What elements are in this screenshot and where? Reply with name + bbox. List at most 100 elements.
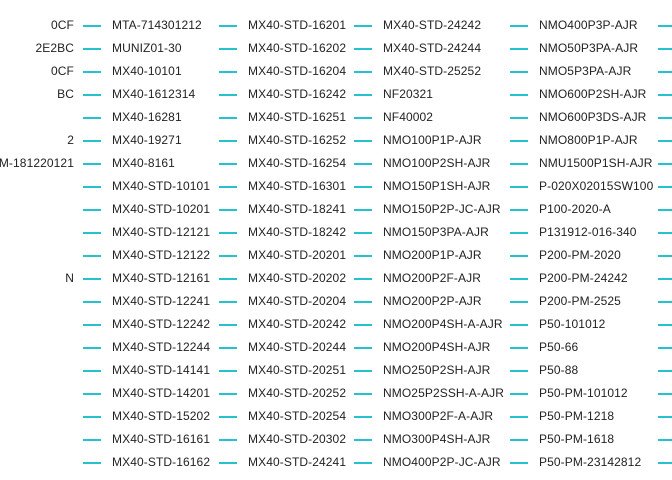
part-list-item[interactable]: MX40-STD-12241 xyxy=(83,290,210,313)
part-list-item[interactable]: NMO150P2P-JC-AJR xyxy=(354,198,504,221)
part-list-item[interactable] xyxy=(658,221,672,244)
part-list-item[interactable] xyxy=(0,405,74,428)
part-list-item[interactable]: MX40-STD-18241 xyxy=(219,198,346,221)
part-list-item[interactable] xyxy=(658,152,672,175)
part-list-item[interactable]: MX40-10101 xyxy=(83,60,210,83)
part-list-item[interactable]: MX40-STD-18242 xyxy=(219,221,346,244)
part-list-item[interactable] xyxy=(658,175,672,198)
part-list-item[interactable]: NMU1500P1SH-AJR xyxy=(510,152,653,175)
part-list-item[interactable]: MX40-8161 xyxy=(83,152,210,175)
part-list-item[interactable] xyxy=(0,290,74,313)
part-list-item[interactable] xyxy=(0,359,74,382)
part-list-item[interactable]: MX40-STD-16242 xyxy=(219,83,346,106)
part-list-item[interactable]: MX40-STD-20244 xyxy=(219,336,346,359)
part-list-item[interactable] xyxy=(658,14,672,37)
part-list-item[interactable]: MX40-STD-14141 xyxy=(83,359,210,382)
part-list-item[interactable]: P100-2020-A xyxy=(510,198,653,221)
part-list-item[interactable] xyxy=(658,382,672,405)
part-list-item[interactable] xyxy=(0,451,74,474)
part-list-item[interactable]: NF20321 xyxy=(354,83,504,106)
part-list-item[interactable]: BC xyxy=(0,83,74,106)
part-list-item[interactable] xyxy=(0,428,74,451)
part-list-item[interactable]: MX40-STD-16161 xyxy=(83,428,210,451)
part-list-item[interactable]: NMO600P3DS-AJR xyxy=(510,106,653,129)
part-list-item[interactable]: MX40-STD-16201 xyxy=(219,14,346,37)
part-list-item[interactable]: NMO300P2F-A-AJR xyxy=(354,405,504,428)
part-list-item[interactable]: MX40-STD-16204 xyxy=(219,60,346,83)
part-list-item[interactable]: NMO150P3PA-AJR xyxy=(354,221,504,244)
part-list-item[interactable]: NF40002 xyxy=(354,106,504,129)
part-list-item[interactable]: P50-PM-101012 xyxy=(510,382,653,405)
part-list-item[interactable] xyxy=(0,382,74,405)
part-list-item[interactable]: NMO200P2F-AJR xyxy=(354,267,504,290)
part-list-item[interactable]: MX40-STD-20201 xyxy=(219,244,346,267)
part-list-item[interactable]: NMO200P4SH-AJR xyxy=(354,336,504,359)
part-list-item[interactable]: NMO250P2SH-AJR xyxy=(354,359,504,382)
part-list-item[interactable]: MX40-STD-16252 xyxy=(219,129,346,152)
part-list-item[interactable]: P200-PM-24242 xyxy=(510,267,653,290)
part-list-item[interactable]: 2E2BC xyxy=(0,37,74,60)
part-list-item[interactable] xyxy=(0,106,74,129)
part-list-item[interactable]: M-181220121 xyxy=(0,152,74,175)
part-list-item[interactable]: MX40-16281 xyxy=(83,106,210,129)
part-list-item[interactable]: NMO200P4SH-A-AJR xyxy=(354,313,504,336)
part-list-item[interactable]: P50-PM-1618 xyxy=(510,428,653,451)
part-list-item[interactable]: 0CF xyxy=(0,14,74,37)
part-list-item[interactable] xyxy=(0,313,74,336)
part-list-item[interactable]: NMO100P1P-AJR xyxy=(354,129,504,152)
part-list-item[interactable] xyxy=(658,83,672,106)
part-list-item[interactable] xyxy=(658,60,672,83)
part-list-item[interactable]: MX40-STD-24241 xyxy=(219,451,346,474)
part-list-item[interactable] xyxy=(0,198,74,221)
part-list-item[interactable] xyxy=(658,129,672,152)
part-list-item[interactable]: 2 xyxy=(0,129,74,152)
part-list-item[interactable]: NMO100P2SH-AJR xyxy=(354,152,504,175)
part-list-item[interactable]: MX40-STD-20252 xyxy=(219,382,346,405)
part-list-item[interactable] xyxy=(658,290,672,313)
part-list-item[interactable]: MX40-19271 xyxy=(83,129,210,152)
part-list-item[interactable]: NMO150P1SH-AJR xyxy=(354,175,504,198)
part-list-item[interactable]: NMO200P1P-AJR xyxy=(354,244,504,267)
part-list-item[interactable]: MX40-1612314 xyxy=(83,83,210,106)
part-list-item[interactable] xyxy=(0,175,74,198)
part-list-item[interactable]: NMO400P3P-AJR xyxy=(510,14,653,37)
part-list-item[interactable]: NMO300P4SH-AJR xyxy=(354,428,504,451)
part-list-item[interactable]: NMO800P1P-AJR xyxy=(510,129,653,152)
part-list-item[interactable]: MX40-STD-16251 xyxy=(219,106,346,129)
part-list-item[interactable]: MX40-STD-15202 xyxy=(83,405,210,428)
part-list-item[interactable]: MTA-714301212 xyxy=(83,14,210,37)
part-list-item[interactable] xyxy=(658,336,672,359)
part-list-item[interactable] xyxy=(658,405,672,428)
part-list-item[interactable] xyxy=(0,221,74,244)
part-list-item[interactable]: NMO400P2P-JC-AJR xyxy=(354,451,504,474)
part-list-item[interactable] xyxy=(658,428,672,451)
part-list-item[interactable]: NMO200P2P-AJR xyxy=(354,290,504,313)
part-list-item[interactable]: N xyxy=(0,267,74,290)
part-list-item[interactable] xyxy=(658,451,672,474)
part-list-item[interactable]: NMO5P3PA-AJR xyxy=(510,60,653,83)
part-list-item[interactable] xyxy=(658,359,672,382)
part-list-item[interactable]: MX40-STD-20254 xyxy=(219,405,346,428)
part-list-item[interactable]: MX40-STD-24242 xyxy=(354,14,504,37)
part-list-item[interactable] xyxy=(658,244,672,267)
part-list-item[interactable]: MX40-STD-16162 xyxy=(83,451,210,474)
part-list-item[interactable]: P200-PM-2020 xyxy=(510,244,653,267)
part-list-item[interactable] xyxy=(658,198,672,221)
part-list-item[interactable]: P50-66 xyxy=(510,336,653,359)
part-list-item[interactable]: P50-PM-1218 xyxy=(510,405,653,428)
part-list-item[interactable] xyxy=(658,267,672,290)
part-list-item[interactable]: MX40-STD-12161 xyxy=(83,267,210,290)
part-list-item[interactable]: MX40-STD-25252 xyxy=(354,60,504,83)
part-list-item[interactable] xyxy=(0,244,74,267)
part-list-item[interactable]: MX40-STD-12121 xyxy=(83,221,210,244)
part-list-item[interactable]: MX40-STD-12122 xyxy=(83,244,210,267)
part-list-item[interactable] xyxy=(658,106,672,129)
part-list-item[interactable]: MX40-STD-20202 xyxy=(219,267,346,290)
part-list-item[interactable]: MX40-STD-20302 xyxy=(219,428,346,451)
part-list-item[interactable] xyxy=(658,313,672,336)
part-list-item[interactable]: 0CF xyxy=(0,60,74,83)
part-list-item[interactable]: P131912-016-340 xyxy=(510,221,653,244)
part-list-item[interactable]: MX40-STD-12242 xyxy=(83,313,210,336)
part-list-item[interactable]: MX40-STD-10201 xyxy=(83,198,210,221)
part-list-item[interactable]: NMO600P2SH-AJR xyxy=(510,83,653,106)
